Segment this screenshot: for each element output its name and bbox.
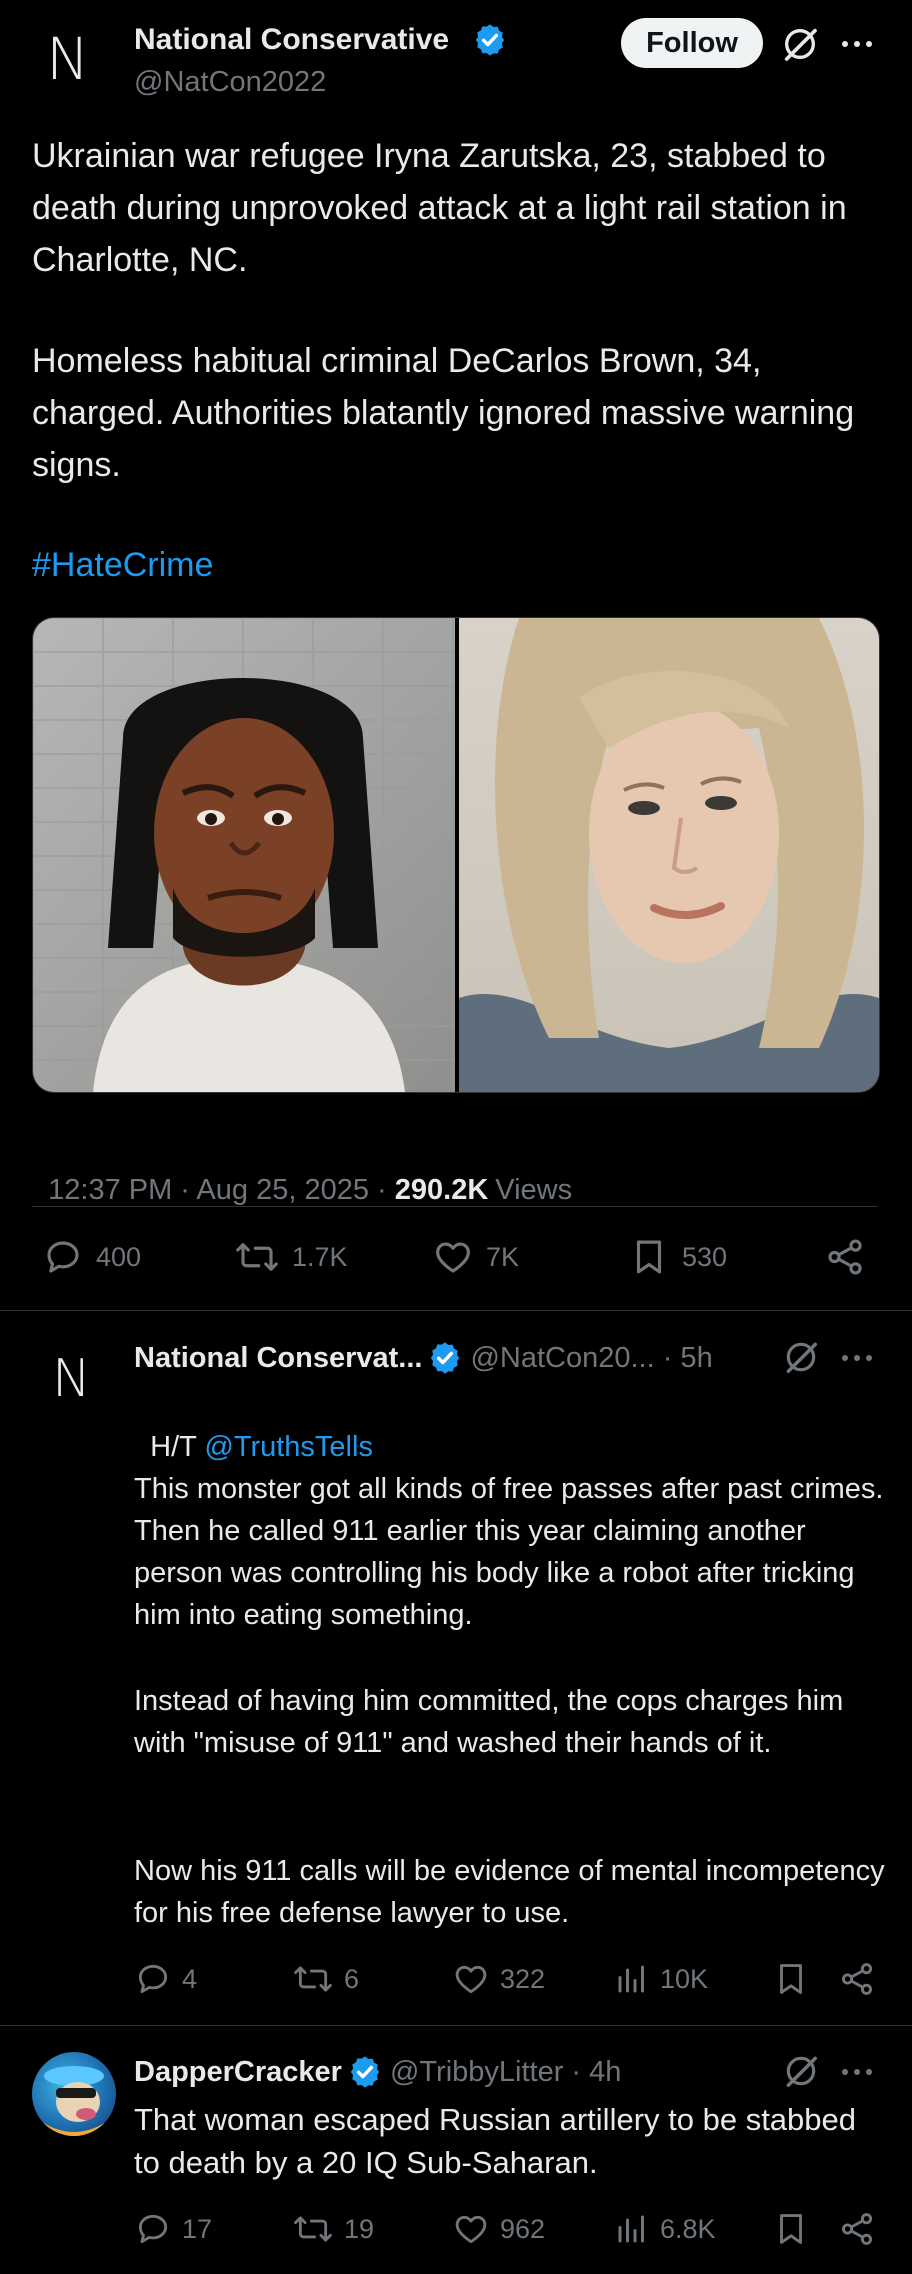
views-action[interactable]: 6.8K	[614, 2210, 716, 2248]
share-icon[interactable]	[838, 2210, 876, 2248]
views-action[interactable]: 10K	[614, 1960, 708, 1998]
views-icon	[614, 1960, 650, 1998]
reply-divider	[0, 2025, 912, 2026]
bookmark-icon	[628, 1236, 670, 1278]
avatar[interactable]	[32, 2052, 116, 2136]
reply2-author-name[interactable]: DapperCracker	[134, 2056, 342, 2089]
like-action[interactable]: 7K	[432, 1236, 519, 1278]
reply1-paragraph-2: Instead of having him committed, the cop…	[134, 1685, 844, 1759]
reply2-header: DapperCracker @TribbyLitter · 4h	[134, 2052, 621, 2092]
author-handle[interactable]: @NatCon2022	[134, 62, 326, 102]
post-meta: 12:37 PM · Aug 25, 2025 · 290.2K Views	[32, 1130, 572, 1210]
timestamp[interactable]: 12:37 PM · Aug 25, 2025 ·	[48, 1174, 395, 1206]
like-action[interactable]: 962	[452, 2210, 545, 2248]
reply1-paragraph-1: This monster got all kinds of free passe…	[134, 1473, 884, 1631]
more-icon[interactable]	[840, 1344, 874, 1372]
share-icon[interactable]	[838, 1960, 876, 1998]
bookmark-action[interactable]: 530	[628, 1236, 727, 1278]
author-name[interactable]: National Conservative	[134, 20, 449, 60]
like-icon	[432, 1236, 474, 1278]
reply-action[interactable]: 400	[42, 1236, 141, 1278]
reply1-header: National Conservat... @NatCon20... · 5h	[134, 1338, 713, 1378]
views-count: 6.8K	[660, 2213, 716, 2244]
repost-action[interactable]: 19	[292, 2210, 374, 2248]
grok-icon[interactable]	[782, 1338, 820, 1376]
follow-button[interactable]: Follow	[621, 18, 763, 68]
reply1-paragraph-3: Now his 911 calls will be evidence of me…	[134, 1855, 885, 1929]
share-icon[interactable]	[824, 1236, 866, 1278]
natcon-logo-icon[interactable]: N	[46, 24, 89, 94]
reply2-text: That woman escaped Russian artillery to …	[134, 2102, 857, 2180]
repost-action[interactable]: 1.7K	[234, 1236, 348, 1278]
verified-badge-icon	[473, 23, 507, 57]
views-count: 290.2K	[394, 1174, 489, 1206]
reply-action[interactable]: 17	[134, 2210, 212, 2248]
grok-icon[interactable]	[780, 24, 820, 64]
like-count: 322	[500, 1963, 546, 1994]
views-count: 10K	[660, 1963, 709, 1994]
views-label: Views	[495, 1174, 573, 1206]
repost-count: 6	[344, 1963, 360, 1994]
hashtag-link[interactable]: #HateCrime	[32, 539, 213, 591]
bookmark-icon[interactable]	[772, 2210, 810, 2248]
reply-count: 17	[182, 2213, 213, 2244]
reply-action[interactable]: 4	[134, 1960, 197, 1998]
like-icon	[452, 1960, 490, 1998]
grok-icon[interactable]	[782, 2052, 820, 2090]
like-count: 962	[500, 2213, 546, 2244]
ht-prefix: H/T	[150, 1431, 205, 1463]
reply1-handle-time[interactable]: @NatCon20... · 5h	[470, 1342, 712, 1375]
more-icon[interactable]	[840, 30, 874, 58]
mugshot-photo[interactable]	[33, 618, 455, 1092]
repost-count: 19	[344, 2213, 375, 2244]
portrait-photo[interactable]	[459, 618, 879, 1092]
reply-icon	[134, 1960, 172, 1998]
views-icon	[614, 2210, 650, 2248]
post-divider	[0, 1310, 912, 1311]
bookmark-icon[interactable]	[772, 1960, 810, 1998]
media-grid[interactable]	[32, 617, 880, 1093]
reply1-author-name[interactable]: National Conservat...	[134, 1342, 422, 1375]
reply-icon	[134, 2210, 172, 2248]
reply1-ht-line: H/T @TruthsTells	[134, 1384, 373, 1468]
reply-count: 4	[182, 1963, 198, 1994]
verified-badge-icon	[428, 1341, 462, 1375]
bookmark-count: 530	[682, 1241, 728, 1272]
like-action[interactable]: 322	[452, 1960, 545, 1998]
natcon-logo-icon[interactable]: N	[52, 1348, 91, 1410]
reply-icon	[42, 1236, 84, 1278]
repost-icon	[292, 1960, 334, 1998]
repost-icon	[234, 1236, 280, 1278]
media-divider	[455, 618, 459, 1092]
reply2-handle-time[interactable]: @TribbyLitter · 4h	[390, 2056, 621, 2089]
like-count: 7K	[486, 1241, 520, 1272]
post-paragraph-2: Homeless habitual criminal DeCarlos Brow…	[32, 342, 855, 484]
more-icon[interactable]	[840, 2058, 874, 2086]
post-paragraph-1: Ukrainian war refugee Iryna Zarutska, 23…	[32, 137, 847, 279]
stats-divider	[32, 1206, 878, 1207]
mention-link[interactable]: @TruthsTells	[204, 1431, 373, 1463]
repost-count: 1.7K	[292, 1241, 348, 1272]
repost-action[interactable]: 6	[292, 1960, 359, 1998]
reply-count: 400	[96, 1241, 142, 1272]
like-icon	[452, 2210, 490, 2248]
repost-icon	[292, 2210, 334, 2248]
verified-badge-icon	[348, 2055, 382, 2089]
